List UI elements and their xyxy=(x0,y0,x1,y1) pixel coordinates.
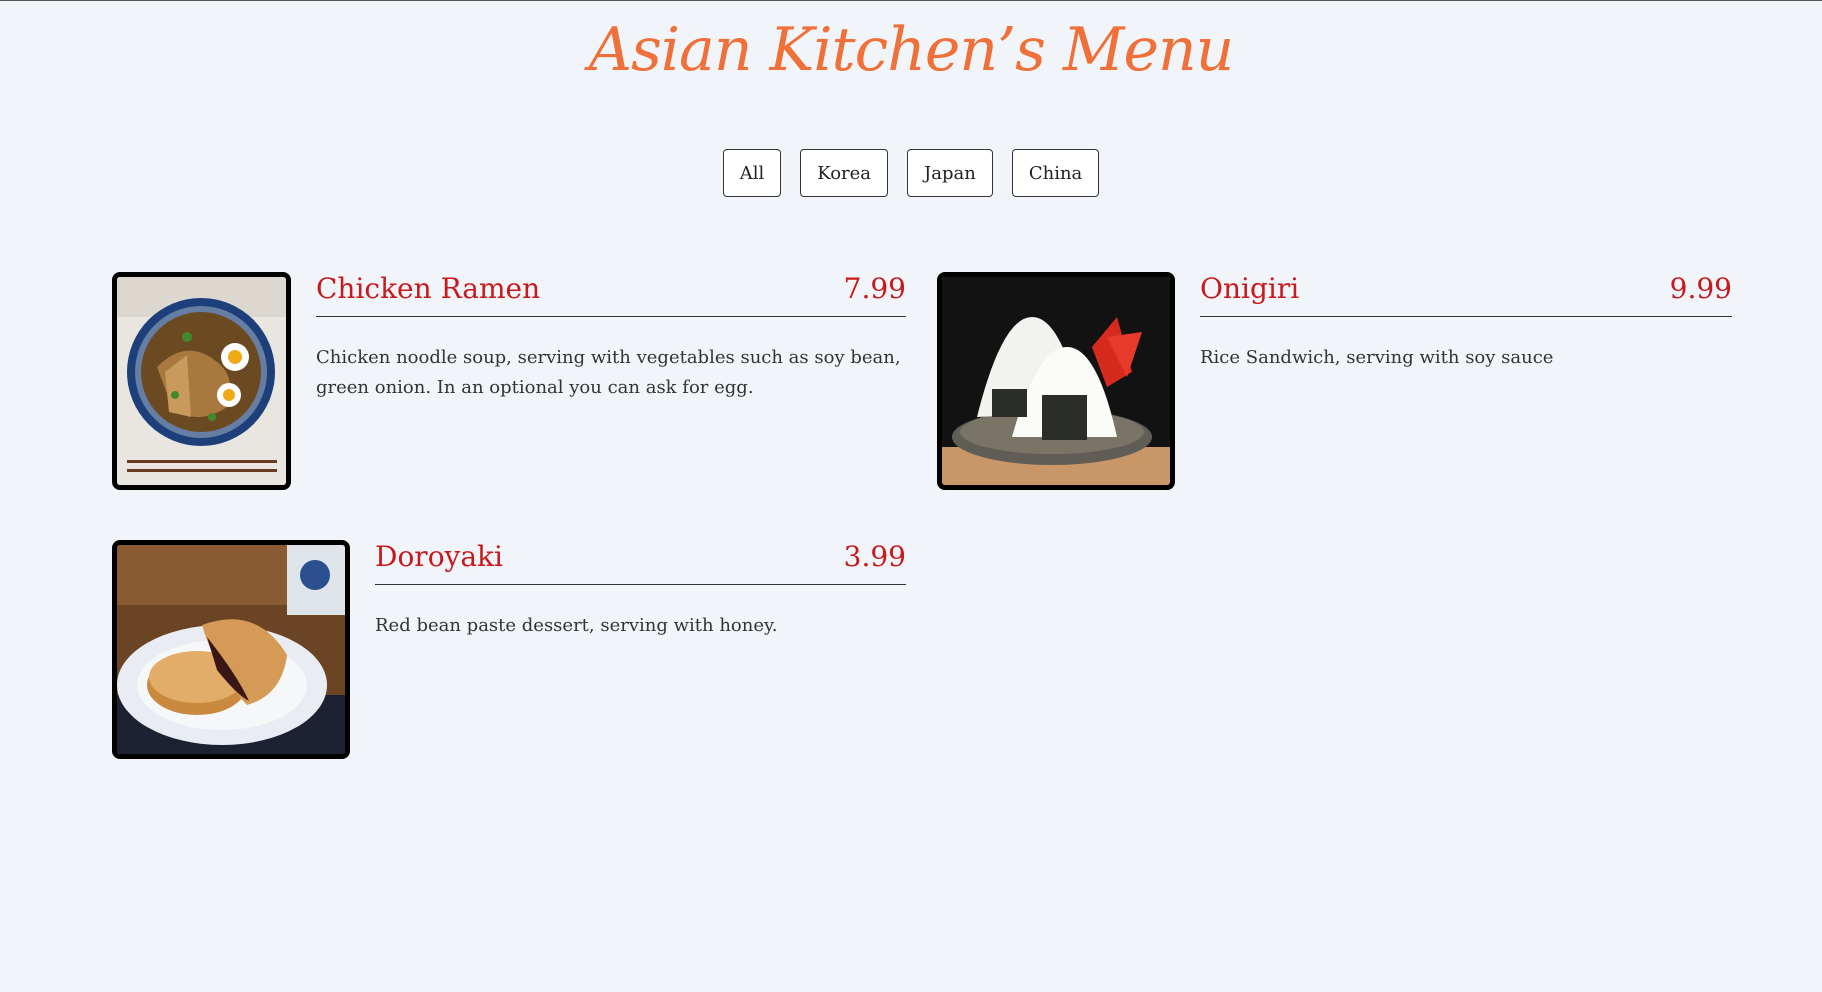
dorayaki-image xyxy=(112,540,350,759)
menu-item-name: Chicken Ramen xyxy=(316,272,541,305)
filter-china-button[interactable]: China xyxy=(1011,149,1100,197)
menu-item-info: Onigiri 9.99 Rice Sandwich, serving with… xyxy=(1200,272,1732,490)
filter-all-button[interactable]: All xyxy=(722,149,782,197)
menu-item: Doroyaki 3.99 Red bean paste dessert, se… xyxy=(112,540,906,759)
menu-item-description: Chicken noodle soup, serving with vegeta… xyxy=(316,347,901,398)
page-title: Asian Kitchen’s Menu xyxy=(588,15,1234,85)
menu-item-name: Onigiri xyxy=(1200,272,1300,305)
onigiri-image xyxy=(937,272,1175,490)
menu-item: Onigiri 9.99 Rice Sandwich, serving with… xyxy=(937,272,1732,490)
menu-item-name: Doroyaki xyxy=(375,540,503,573)
menu-item-price: 3.99 xyxy=(843,540,906,573)
menu-item-description: Rice Sandwich, serving with soy sauce xyxy=(1200,347,1554,368)
ramen-bowl-image xyxy=(112,272,291,490)
menu-item-header: Onigiri 9.99 xyxy=(1200,272,1732,317)
filter-korea-button[interactable]: Korea xyxy=(800,149,889,197)
menu-item-price: 9.99 xyxy=(1669,272,1732,305)
filter-japan-button[interactable]: Japan xyxy=(907,149,993,197)
menu-item: Chicken Ramen 7.99 Chicken noodle soup, … xyxy=(112,272,906,490)
menu-item-info: Doroyaki 3.99 Red bean paste dessert, se… xyxy=(375,540,906,759)
menu-item-header: Doroyaki 3.99 xyxy=(375,540,906,585)
menu-item-info: Chicken Ramen 7.99 Chicken noodle soup, … xyxy=(316,272,906,490)
menu-item-price: 7.99 xyxy=(843,272,906,305)
menu-item-header: Chicken Ramen 7.99 xyxy=(316,272,906,317)
filter-bar: All Korea Japan China xyxy=(0,149,1822,197)
menu-item-description: Red bean paste dessert, serving with hon… xyxy=(375,615,778,636)
